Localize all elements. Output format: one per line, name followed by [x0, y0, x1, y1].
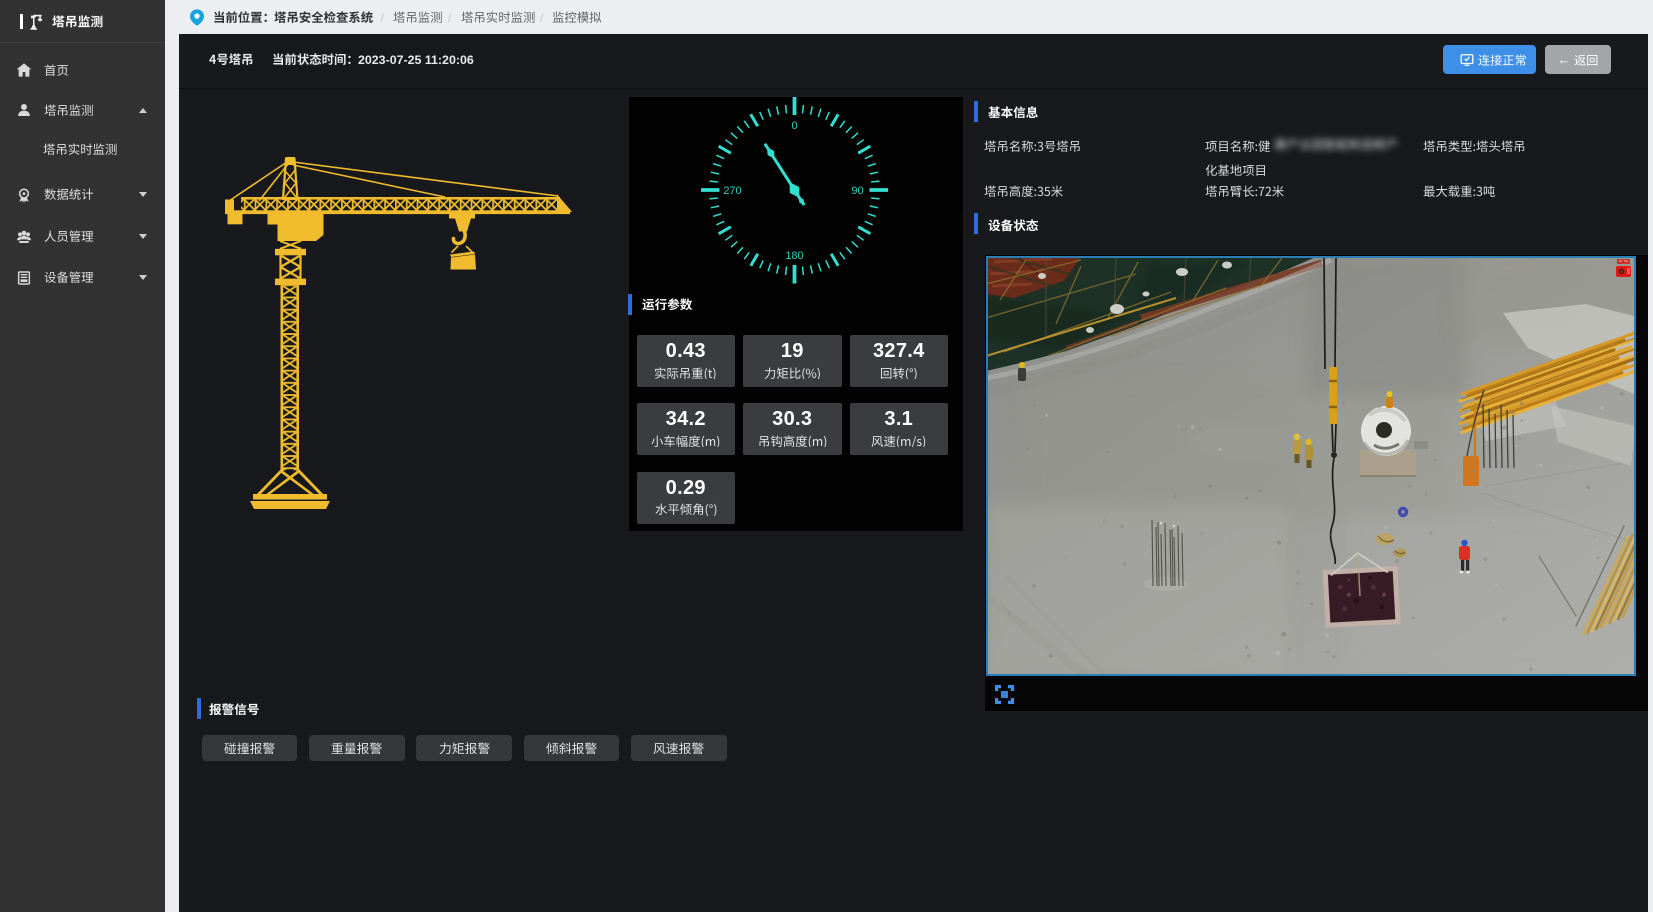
svg-text:270: 270	[723, 185, 741, 197]
svg-text:90: 90	[851, 185, 863, 197]
svg-text:0: 0	[791, 120, 797, 132]
svg-text:180: 180	[785, 250, 803, 262]
